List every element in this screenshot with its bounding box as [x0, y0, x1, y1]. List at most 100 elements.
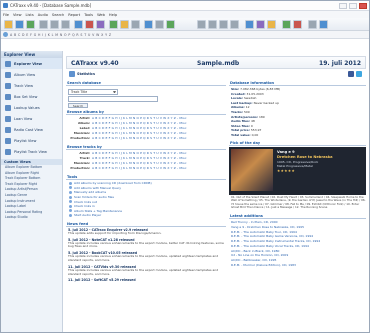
db-info-key: Albums:: [231, 105, 245, 110]
menu-help[interactable]: Help: [109, 13, 117, 17]
pick-of-the-day-card[interactable]: Vang e 9 Dretchen Rose to Nebraska 1995,…: [229, 146, 366, 195]
nav-album-view[interactable]: Album View: [1, 69, 62, 80]
tool-label: Manually add albums: [74, 190, 107, 195]
db-info-title: Database information: [229, 80, 366, 86]
tool-link[interactable]: Start Audio Player: [66, 213, 226, 218]
browse-albums-title: Browse albums by: [66, 109, 226, 115]
search-icon[interactable]: [131, 20, 140, 29]
new-icon[interactable]: [4, 20, 13, 29]
search-field-select[interactable]: Track Title: [68, 89, 118, 95]
tool-label: Add albums by scanning CD (download from…: [74, 181, 152, 186]
db-info-value: 0: [250, 123, 253, 128]
copy-icon[interactable]: [50, 20, 59, 29]
statistics-icon: [69, 71, 75, 77]
filter-icon[interactable]: [256, 20, 265, 29]
prev-record-icon[interactable]: [208, 20, 217, 29]
browse-row-label: Production:: [70, 166, 90, 170]
add-album-icon[interactable]: [74, 20, 83, 29]
news-body: This update includes various enhancement…: [68, 240, 224, 249]
cut-icon[interactable]: [39, 20, 48, 29]
nav-loan-view[interactable]: Loan View: [1, 113, 62, 124]
paste-icon[interactable]: [61, 20, 70, 29]
tool-label: Album Stats + Tag Maintenance: [74, 208, 122, 213]
edit-icon[interactable]: [96, 20, 105, 29]
bullet-icon: [69, 213, 72, 217]
window-title: CATraxx v9.40 - [Database Sample.mdb]: [10, 3, 92, 8]
rating-stars: ★★★★★: [277, 168, 296, 173]
browse-row-letters[interactable]: A B C D E F G H I J K L M N O P Q R S T …: [92, 166, 187, 171]
nav-label: Radio Cast View: [14, 127, 43, 132]
nav-label: Explorer View: [14, 61, 42, 66]
menu-lists[interactable]: Lists: [26, 13, 34, 17]
minimize-icon[interactable]: [339, 3, 347, 9]
latest-item[interactable]: R.E.M. - Murmur (Deluxe Edition), CD, 19…: [229, 263, 366, 268]
menu-file[interactable]: File: [3, 13, 9, 17]
nav-playlist-view[interactable]: Playlist View: [1, 135, 62, 146]
print-icon[interactable]: [155, 20, 164, 29]
menu-view[interactable]: View: [13, 13, 22, 17]
album-icon: [5, 71, 11, 78]
app-brand: CATraxx v9.40: [71, 60, 119, 67]
letter-index[interactable]: A B C D E F G H I J K L M N O P Q R S T …: [10, 33, 111, 37]
maximize-icon[interactable]: [349, 3, 357, 9]
menu-tools[interactable]: Tools: [84, 13, 93, 17]
db-info-key: Size:: [231, 87, 240, 91]
nav-playlist-track-view[interactable]: Playlist Track View: [1, 146, 62, 157]
next-record-icon[interactable]: [219, 20, 228, 29]
sort-icon[interactable]: [267, 20, 276, 29]
db-info-value: 12: [245, 105, 250, 110]
help-icon[interactable]: [319, 20, 328, 29]
web-icon[interactable]: [166, 20, 175, 29]
news-headline[interactable]: 11. juli 2012 - SoftCAT v5.29 released: [68, 278, 226, 282]
view-icon[interactable]: [245, 20, 254, 29]
settings-icon[interactable]: [308, 20, 317, 29]
latest-title: Latest additions: [229, 213, 366, 219]
chevron-down-icon: [113, 91, 116, 94]
title-bar: CATraxx v9.40 - [Database Sample.mdb]: [1, 1, 369, 11]
first-record-icon[interactable]: [197, 20, 206, 29]
cd-icon[interactable]: [109, 20, 118, 29]
browse-row-letters[interactable]: A B C D E F G H I J K L M N O P Q R S T …: [92, 136, 187, 141]
nav-explorer-view[interactable]: Explorer View: [1, 58, 62, 69]
search-button[interactable]: Search: [68, 103, 88, 108]
toolbar: [1, 18, 369, 31]
news-item: 5. juli 2012 - CATraxx Enquirer v2.9 rel…: [66, 228, 226, 236]
star-icon[interactable]: [120, 20, 129, 29]
news-body: This update includes various enhancement…: [68, 254, 219, 262]
nav-track-view[interactable]: Track View: [1, 80, 62, 91]
play-icon[interactable]: [282, 20, 291, 29]
db-info-value: 189: [258, 114, 265, 119]
last-record-icon[interactable]: [230, 20, 239, 29]
statistics-link[interactable]: Statistics: [77, 72, 95, 76]
tool-label: Start Audio Player: [74, 213, 102, 218]
current-date: 19. juli 2012: [319, 60, 361, 67]
close-icon[interactable]: [359, 3, 367, 9]
open-icon[interactable]: [15, 20, 24, 29]
stop-icon[interactable]: [293, 20, 302, 29]
db-info-value: Swedish: [244, 96, 257, 101]
album-cover-image[interactable]: [231, 148, 273, 191]
twitter-icon[interactable]: [356, 71, 362, 77]
news-body: This update adds support for importing f…: [68, 230, 162, 235]
search-input[interactable]: [68, 96, 158, 102]
db-info-value: 48: [250, 119, 255, 124]
menu-report[interactable]: Report: [68, 13, 80, 17]
custom-view-item[interactable]: Lookup Studio: [1, 215, 62, 221]
nav-label: Album View: [14, 72, 36, 77]
bullet-icon: [69, 190, 72, 194]
delete-icon[interactable]: [85, 20, 94, 29]
menu-audio[interactable]: Audio: [38, 13, 48, 17]
globe-icon[interactable]: [3, 32, 8, 37]
bullet-icon: [69, 195, 72, 199]
nav-lookup-values[interactable]: Lookup Values: [1, 102, 62, 113]
content-header: CATraxx v9.40 Sample.mdb 19. juli 2012: [66, 56, 366, 69]
save-icon[interactable]: [26, 20, 35, 29]
nav-box-set-view[interactable]: Box Set View: [1, 91, 62, 102]
report-icon[interactable]: [144, 20, 153, 29]
db-info-key: Video files:: [231, 123, 250, 128]
nav-radio-cast-view[interactable]: Radio Cast View: [1, 124, 62, 135]
menu-search[interactable]: Search: [52, 13, 64, 17]
facebook-icon[interactable]: [348, 71, 354, 77]
db-info-line: Total value: 0,00: [229, 133, 366, 138]
menu-web[interactable]: Web: [97, 13, 105, 17]
